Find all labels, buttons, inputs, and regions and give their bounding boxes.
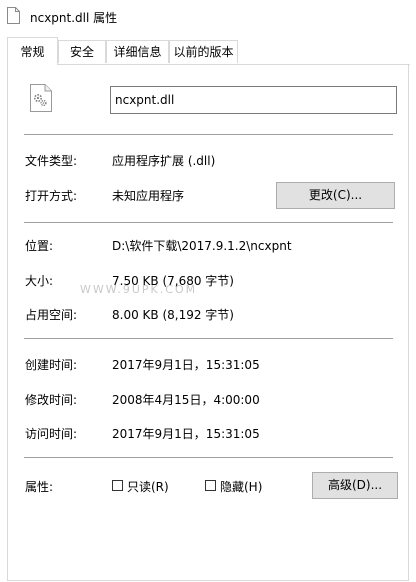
dll-gear-file-icon: [30, 84, 52, 112]
file-type-label: 文件类型:: [25, 154, 78, 168]
readonly-label[interactable]: 只读(R): [127, 478, 169, 495]
attributes-label: 属性:: [25, 480, 54, 494]
readonly-checkbox[interactable]: [112, 480, 123, 491]
open-with-label: 打开方式:: [25, 189, 78, 203]
tab-previous-versions[interactable]: 以前的版本: [169, 40, 238, 63]
modified-label: 修改时间:: [25, 393, 78, 407]
watermark: WWW.9UPK.COM: [80, 283, 198, 296]
size-on-disk-value: 8.00 KB (8,192 字节): [112, 308, 234, 322]
created-label: 创建时间:: [25, 358, 78, 372]
separator: [24, 338, 393, 339]
file-icon: [7, 7, 20, 24]
size-on-disk-label: 占用空间:: [25, 308, 78, 322]
open-with-value: 未知应用程序: [112, 189, 185, 203]
change-button[interactable]: 更改(C)...: [276, 182, 395, 209]
hidden-label[interactable]: 隐藏(H): [220, 478, 262, 495]
file-name-input[interactable]: [110, 86, 397, 114]
location-label: 位置:: [25, 239, 54, 253]
hidden-checkbox[interactable]: [205, 480, 216, 491]
tab-details[interactable]: 详细信息: [106, 40, 169, 63]
created-value: 2017年9月1日，15:31:05: [112, 358, 260, 372]
tab-security[interactable]: 安全: [58, 40, 106, 63]
advanced-button[interactable]: 高级(D)...: [312, 472, 398, 499]
tab-general[interactable]: 常规: [7, 37, 58, 65]
window-title: ncxpnt.dll 属性: [30, 11, 118, 25]
location-value: D:\软件下载\2017.9.1.2\ncxpnt: [112, 239, 292, 253]
separator: [24, 134, 393, 135]
separator: [24, 457, 393, 458]
accessed-label: 访问时间:: [25, 427, 78, 441]
accessed-value: 2017年9月1日，15:31:05: [112, 427, 260, 441]
size-label: 大小:: [25, 274, 54, 288]
file-type-value: 应用程序扩展 (.dll): [112, 154, 216, 168]
modified-value: 2008年4月15日，4:00:00: [112, 393, 260, 407]
separator: [24, 222, 393, 223]
